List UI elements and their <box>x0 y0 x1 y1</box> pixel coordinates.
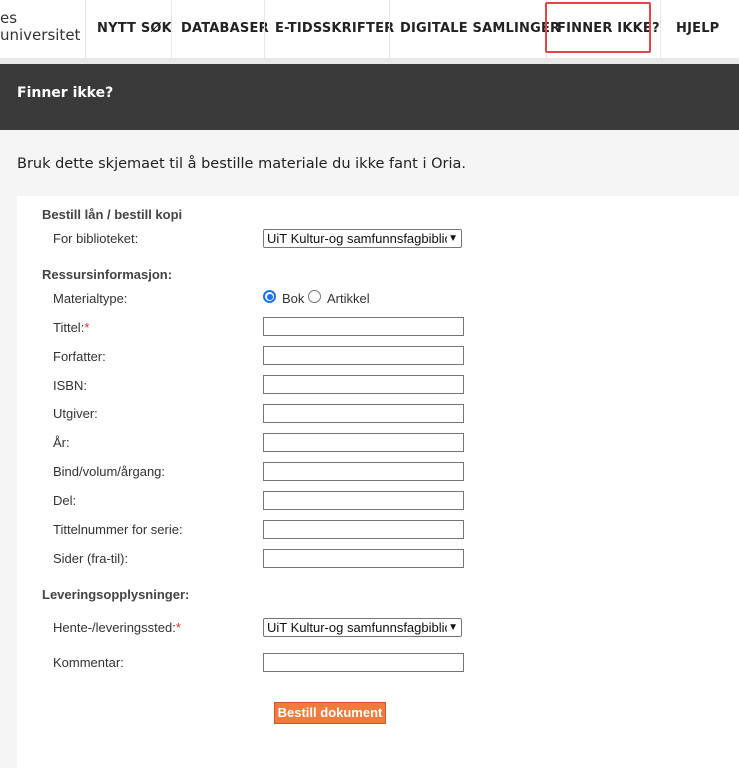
tittelnummer-input[interactable] <box>263 520 464 539</box>
isbn-input[interactable] <box>263 375 464 394</box>
library-label: For biblioteket: <box>53 231 139 246</box>
pickup-select[interactable]: UiT Kultur-og samfunnsfagbibliotek ▼ <box>263 618 462 637</box>
section-heading-delivery: Leveringsopplysninger: <box>42 587 190 602</box>
field-label-del: Del: <box>53 493 77 508</box>
field-label-ar: År: <box>53 435 70 450</box>
chevron-down-icon: ▼ <box>448 622 458 633</box>
field-label-isbn: ISBN: <box>53 378 87 393</box>
page-title-bar: Finner ikke? <box>0 64 739 130</box>
nav-divider <box>660 0 661 58</box>
nav-item-nytt-sok[interactable]: NYTT SØK <box>97 0 172 58</box>
forfatter-input[interactable] <box>263 346 464 365</box>
chevron-down-icon: ▼ <box>448 233 458 244</box>
nav-divider <box>171 0 172 58</box>
nav-item-databaser[interactable]: DATABASER <box>181 0 269 58</box>
library-select[interactable]: UiT Kultur-og samfunnsfagbibliotek ▼ <box>263 229 462 248</box>
required-marker: * <box>84 320 90 335</box>
section-heading-resource: Ressursinformasjon: <box>42 267 173 282</box>
material-radio-artikkel[interactable] <box>308 290 321 303</box>
field-label-tittelnummer: Tittelnummer for serie: <box>53 522 183 537</box>
ar-input[interactable] <box>263 433 464 452</box>
field-label-tittel: Tittel:* <box>53 320 89 335</box>
material-radio-bok[interactable] <box>263 290 276 303</box>
field-label-text: Tittel: <box>53 320 85 335</box>
library-select-value: UiT Kultur-og samfunnsfagbibliotek <box>267 231 447 246</box>
pickup-label-text: Hente-/leveringssted: <box>53 620 176 635</box>
sider-input[interactable] <box>263 549 464 568</box>
section-heading-order: Bestill lån / bestill kopi <box>42 207 183 222</box>
pickup-label: Hente-/leveringssted:* <box>53 620 181 635</box>
material-option-artikkel-label: Artikkel <box>327 291 370 306</box>
intro-text: Bruk dette skjemaet til å bestille mater… <box>17 156 466 172</box>
utgiver-input[interactable] <box>263 404 464 423</box>
material-option-bok-label: Bok <box>282 291 305 306</box>
tittel-input[interactable] <box>263 317 464 336</box>
field-label-forfatter: Forfatter: <box>53 349 106 364</box>
nav-item-e-tidsskrifter[interactable]: E-TIDSSKRIFTER <box>275 0 394 58</box>
nav-item-digitale-samlinger[interactable]: DIGITALE SAMLINGER <box>400 0 560 58</box>
page-title: Finner ikke? <box>17 85 114 101</box>
field-label-bind-volum: Bind/volum/årgang: <box>53 464 166 479</box>
logo-line-2: universitet <box>0 26 81 44</box>
top-navigation-bar: es universitet NYTT SØK DATABASER E-TIDS… <box>0 0 739 58</box>
field-label-utgiver: Utgiver: <box>53 406 98 421</box>
nav-divider <box>85 0 86 58</box>
nav-item-hjelp[interactable]: HJELP <box>676 0 719 58</box>
submit-order-button[interactable]: Bestill dokument <box>274 702 386 724</box>
active-nav-highlight <box>545 2 651 53</box>
del-input[interactable] <box>263 491 464 510</box>
material-type-label: Materialtype: <box>53 291 128 306</box>
required-marker: * <box>175 620 181 635</box>
pickup-select-value: UiT Kultur-og samfunnsfagbibliotek <box>267 620 447 635</box>
logo-line-1: es <box>0 9 18 27</box>
nav-divider <box>264 0 265 58</box>
nav-divider <box>389 0 390 58</box>
field-label-sider: Sider (fra-til): <box>53 551 129 566</box>
comment-label: Kommentar: <box>53 655 124 670</box>
comment-input[interactable] <box>263 653 464 672</box>
bind-volum-input[interactable] <box>263 462 464 481</box>
